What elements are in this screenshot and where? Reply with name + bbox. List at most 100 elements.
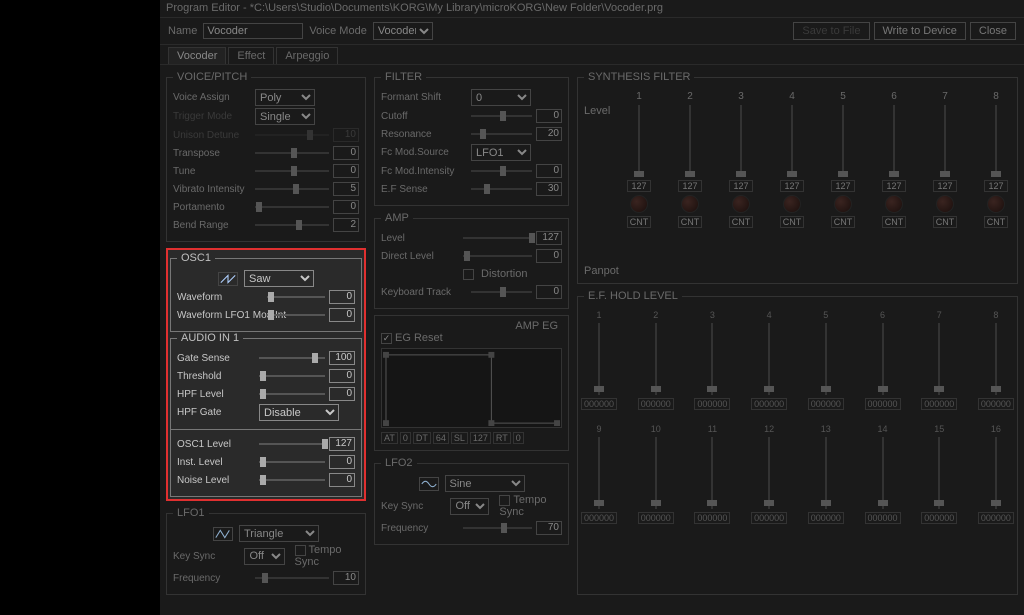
- tab-vocoder[interactable]: Vocoder: [168, 47, 226, 64]
- ampeg-param-val[interactable]: 0: [513, 432, 524, 444]
- efhold-slider[interactable]: [593, 323, 605, 395]
- synth-panpot-value[interactable]: CNT: [729, 216, 753, 228]
- lfo2-keysync-select[interactable]: Off: [450, 498, 489, 515]
- efhold-slider[interactable]: [990, 323, 1002, 395]
- param-slider[interactable]: [255, 183, 329, 195]
- param-slider[interactable]: [255, 201, 329, 213]
- synth-level-value[interactable]: 127: [933, 180, 957, 192]
- param-value[interactable]: 0: [536, 249, 562, 263]
- param-select[interactable]: LFO1: [471, 144, 531, 161]
- efhold-slider[interactable]: [706, 437, 718, 509]
- efhold-value[interactable]: 000000: [694, 512, 730, 524]
- param-select[interactable]: 0: [471, 89, 531, 106]
- synth-level-slider[interactable]: [990, 105, 1002, 177]
- lfo1-freq-slider[interactable]: [255, 572, 329, 584]
- param-value[interactable]: 0: [329, 308, 355, 322]
- synth-level-slider[interactable]: [888, 105, 900, 177]
- ampeg-envelope-display[interactable]: [381, 348, 562, 428]
- synth-level-slider[interactable]: [786, 105, 798, 177]
- efhold-value[interactable]: 000000: [808, 398, 844, 410]
- lfo2-freq-value[interactable]: 70: [536, 521, 562, 535]
- efhold-slider[interactable]: [933, 323, 945, 395]
- lfo2-wave-select[interactable]: Sine: [445, 475, 525, 492]
- param-value[interactable]: 0: [333, 146, 359, 160]
- efhold-value[interactable]: 000000: [865, 398, 901, 410]
- param-slider[interactable]: [255, 129, 329, 141]
- efhold-value[interactable]: 000000: [581, 398, 617, 410]
- param-value[interactable]: 30: [536, 182, 562, 196]
- efhold-slider[interactable]: [820, 437, 832, 509]
- param-slider[interactable]: [463, 250, 532, 262]
- param-slider[interactable]: [463, 232, 532, 244]
- synth-level-value[interactable]: 127: [678, 180, 702, 192]
- name-input[interactable]: [203, 23, 303, 39]
- param-slider[interactable]: [255, 147, 329, 159]
- egreset-checkbox[interactable]: [381, 333, 392, 344]
- param-slider[interactable]: [259, 370, 325, 382]
- efhold-value[interactable]: 000000: [921, 512, 957, 524]
- efhold-value[interactable]: 000000: [978, 512, 1014, 524]
- param-value[interactable]: 0: [329, 369, 355, 383]
- synth-panpot-value[interactable]: CNT: [831, 216, 855, 228]
- efhold-value[interactable]: 000000: [694, 398, 730, 410]
- synth-level-value[interactable]: 127: [984, 180, 1008, 192]
- param-value[interactable]: 10: [333, 128, 359, 142]
- synth-panpot-knob[interactable]: [834, 195, 852, 213]
- efhold-value[interactable]: 000000: [751, 512, 787, 524]
- efhold-slider[interactable]: [650, 323, 662, 395]
- write-to-device-button[interactable]: Write to Device: [874, 22, 966, 40]
- synth-panpot-knob[interactable]: [885, 195, 903, 213]
- synth-panpot-knob[interactable]: [630, 195, 648, 213]
- efhold-slider[interactable]: [877, 323, 889, 395]
- efhold-slider[interactable]: [763, 437, 775, 509]
- efhold-slider[interactable]: [593, 437, 605, 509]
- param-value[interactable]: 2: [333, 218, 359, 232]
- synth-panpot-value[interactable]: CNT: [933, 216, 957, 228]
- synth-level-value[interactable]: 127: [729, 180, 753, 192]
- param-slider[interactable]: [471, 110, 532, 122]
- synth-panpot-value[interactable]: CNT: [627, 216, 651, 228]
- synth-level-slider[interactable]: [684, 105, 696, 177]
- synth-level-value[interactable]: 127: [780, 180, 804, 192]
- synth-panpot-knob[interactable]: [681, 195, 699, 213]
- efhold-slider[interactable]: [990, 437, 1002, 509]
- efhold-value[interactable]: 000000: [638, 398, 674, 410]
- param-value[interactable]: 0: [329, 290, 355, 304]
- synth-level-slider[interactable]: [939, 105, 951, 177]
- synth-panpot-value[interactable]: CNT: [678, 216, 702, 228]
- lfo2-temposync-checkbox[interactable]: [499, 495, 510, 506]
- param-select[interactable]: Single: [255, 108, 315, 125]
- efhold-value[interactable]: 000000: [978, 398, 1014, 410]
- synth-level-slider[interactable]: [633, 105, 645, 177]
- synth-level-value[interactable]: 127: [831, 180, 855, 192]
- synth-level-value[interactable]: 127: [882, 180, 906, 192]
- tab-arpeggio[interactable]: Arpeggio: [276, 47, 338, 64]
- lfo1-keysync-select[interactable]: Off: [244, 548, 284, 565]
- efhold-slider[interactable]: [933, 437, 945, 509]
- synth-panpot-value[interactable]: CNT: [780, 216, 804, 228]
- efhold-value[interactable]: 000000: [865, 512, 901, 524]
- synth-panpot-value[interactable]: CNT: [984, 216, 1008, 228]
- hpf-gate-select[interactable]: Disable: [259, 404, 339, 421]
- efhold-slider[interactable]: [763, 323, 775, 395]
- synth-level-slider[interactable]: [837, 105, 849, 177]
- synth-panpot-value[interactable]: CNT: [882, 216, 906, 228]
- efhold-slider[interactable]: [820, 323, 832, 395]
- synth-panpot-knob[interactable]: [936, 195, 954, 213]
- lfo1-wave-select[interactable]: Triangle: [239, 525, 319, 542]
- param-value[interactable]: 0: [329, 455, 355, 469]
- kbdtrack-slider[interactable]: [471, 286, 532, 298]
- param-value[interactable]: 127: [536, 231, 562, 245]
- ampeg-param-val[interactable]: 64: [433, 432, 449, 444]
- efhold-value[interactable]: 000000: [921, 398, 957, 410]
- save-to-file-button[interactable]: Save to File: [793, 22, 869, 40]
- param-slider[interactable]: [259, 388, 325, 400]
- param-value[interactable]: 0: [333, 164, 359, 178]
- efhold-value[interactable]: 000000: [638, 512, 674, 524]
- efhold-value[interactable]: 000000: [581, 512, 617, 524]
- lfo1-temposync-checkbox[interactable]: [295, 545, 306, 556]
- param-slider[interactable]: [471, 165, 532, 177]
- efhold-value[interactable]: 000000: [808, 512, 844, 524]
- param-slider[interactable]: [267, 291, 325, 303]
- synth-panpot-knob[interactable]: [732, 195, 750, 213]
